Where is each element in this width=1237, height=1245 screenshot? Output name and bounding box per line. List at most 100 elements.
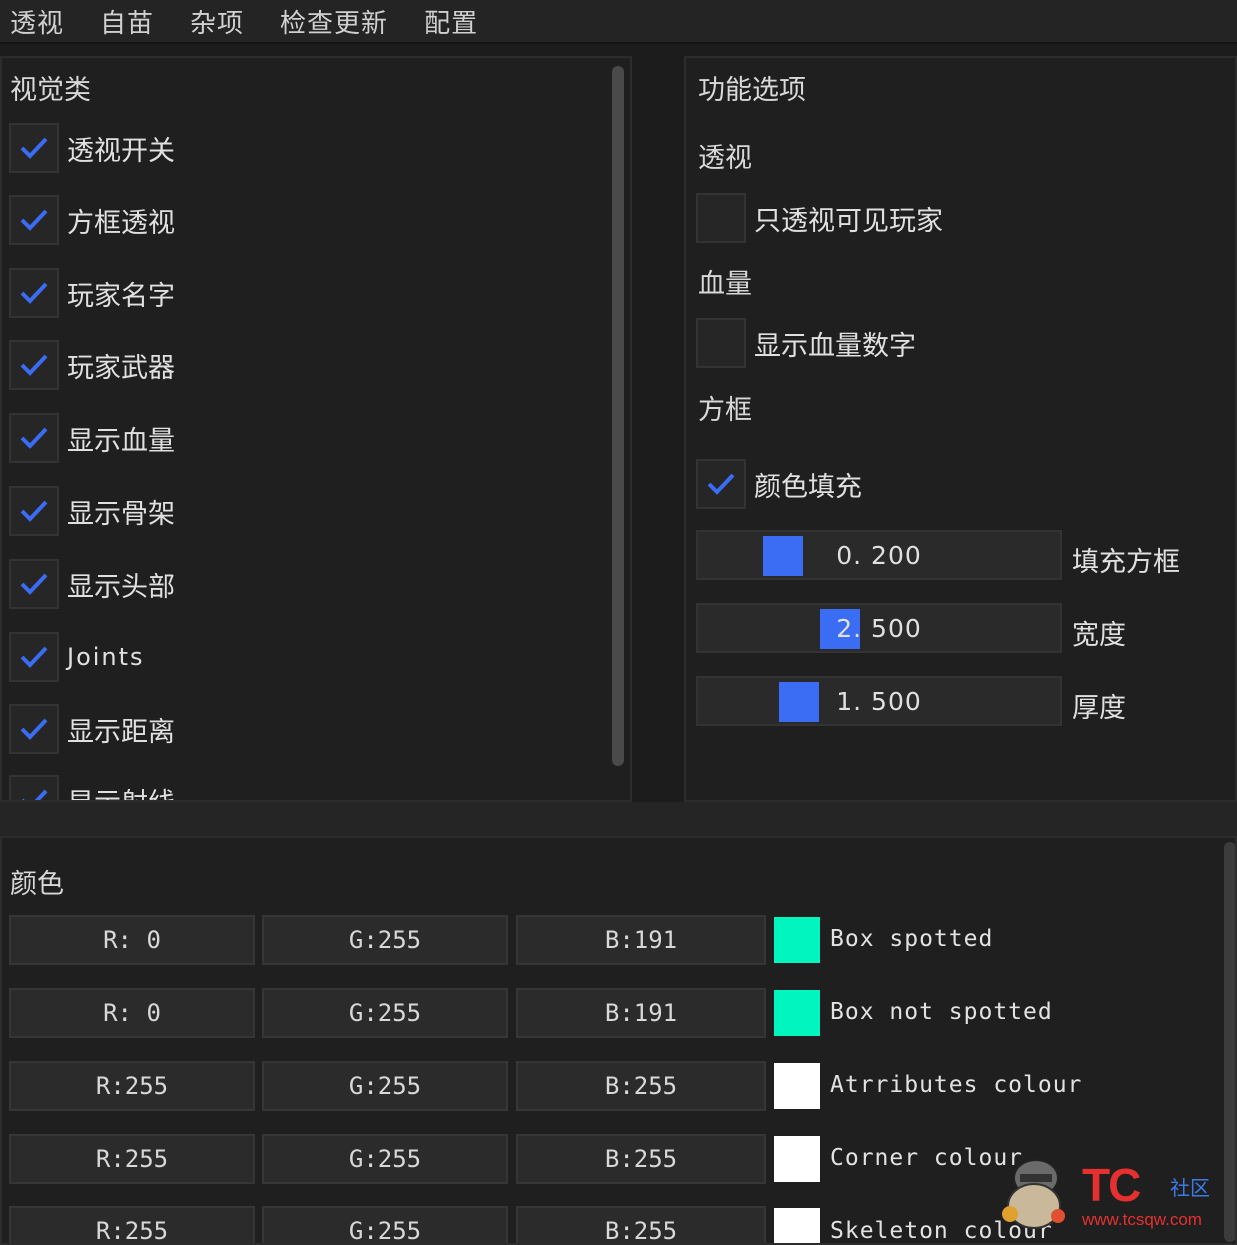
- color-label: Atrributes colour: [830, 1072, 1083, 1098]
- visual-scrollbar[interactable]: [608, 62, 628, 798]
- color-g-field[interactable]: G:255: [262, 915, 508, 965]
- slider-width[interactable]: 2. 500: [696, 603, 1062, 653]
- checkbox[interactable]: [696, 459, 746, 509]
- menu-aimbot[interactable]: 自苗: [100, 3, 154, 40]
- checkbox-show-distance[interactable]: 显示距离: [9, 703, 175, 755]
- checkbox[interactable]: [9, 413, 59, 463]
- color-r-field[interactable]: R: 0: [9, 988, 255, 1038]
- checkbox[interactable]: [9, 559, 59, 609]
- checkbox[interactable]: [696, 318, 746, 368]
- color-swatch[interactable]: [774, 1136, 820, 1182]
- slider-value: 1. 500: [836, 686, 922, 716]
- color-r-field[interactable]: R:255: [9, 1134, 255, 1184]
- checkbox[interactable]: [9, 632, 59, 682]
- checkbox-visible-only[interactable]: 只透视可见玩家: [696, 192, 943, 244]
- checkbox-color-fill[interactable]: 颜色填充: [696, 458, 862, 510]
- color-g-field[interactable]: G:255: [262, 988, 508, 1038]
- menu-check-update[interactable]: 检查更新: [280, 3, 388, 40]
- checkbox-show-skeleton[interactable]: 显示骨架: [9, 485, 175, 537]
- box-heading: 方框: [698, 395, 752, 426]
- check-icon: [20, 573, 48, 595]
- color-swatch[interactable]: [774, 990, 820, 1036]
- menu-config[interactable]: 配置: [424, 3, 478, 40]
- slider-value: 2. 500: [836, 613, 922, 643]
- menu-bar: 透视 自苗 杂项 检查更新 配置: [0, 0, 1237, 44]
- check-icon: [20, 427, 48, 449]
- color-swatch[interactable]: [774, 917, 820, 963]
- checkbox[interactable]: [9, 195, 59, 245]
- checkbox[interactable]: [9, 486, 59, 536]
- check-icon: [22, 789, 48, 800]
- colors-title: 颜色: [10, 869, 64, 900]
- checkbox-label: 显示血量: [67, 425, 175, 457]
- menu-esp[interactable]: 透视: [10, 3, 64, 40]
- checkbox-box-esp[interactable]: 方框透视: [9, 194, 175, 246]
- color-g-field[interactable]: G:255: [262, 1206, 508, 1243]
- checkbox-joints[interactable]: Joints: [9, 631, 145, 683]
- checkbox[interactable]: [9, 123, 59, 173]
- check-icon: [20, 137, 48, 159]
- checkbox-esp-toggle[interactable]: 透视开关: [9, 122, 175, 174]
- checkbox-label: 显示骨架: [67, 498, 175, 530]
- checkbox-label: 颜色填充: [754, 471, 862, 503]
- watermark-cn: 社区: [1170, 1176, 1210, 1200]
- checkbox[interactable]: [9, 704, 59, 754]
- checkbox-label: 显示射线: [67, 781, 175, 801]
- check-icon: [20, 646, 48, 668]
- slider-label: 厚度: [1072, 693, 1126, 724]
- checkbox-show-lines[interactable]: 显示射线: [9, 774, 175, 801]
- esp-heading: 透视: [698, 143, 752, 174]
- slider-label: 宽度: [1072, 620, 1126, 651]
- checkbox-player-name[interactable]: 玩家名字: [9, 267, 175, 319]
- checkbox-label: 方框透视: [67, 207, 175, 239]
- check-icon: [20, 500, 48, 522]
- options-title: 功能选项: [698, 75, 806, 106]
- checkbox[interactable]: [9, 268, 59, 318]
- checkbox-label: 显示血量数字: [754, 330, 916, 362]
- checkbox-label: 玩家武器: [67, 352, 175, 384]
- check-icon: [20, 282, 48, 304]
- checkbox[interactable]: [9, 340, 59, 390]
- color-b-field[interactable]: B:255: [516, 1061, 766, 1111]
- checkbox-label: 显示距离: [67, 716, 175, 748]
- menu-misc[interactable]: 杂项: [190, 3, 244, 40]
- color-b-field[interactable]: B:191: [516, 915, 766, 965]
- color-b-field[interactable]: B:255: [516, 1206, 766, 1243]
- color-label: Box not spotted: [830, 999, 1053, 1025]
- color-swatch[interactable]: [774, 1063, 820, 1109]
- slider-label: 填充方框: [1072, 547, 1180, 578]
- checkbox[interactable]: [696, 193, 746, 243]
- slider-thickness[interactable]: 1. 500: [696, 676, 1062, 726]
- color-g-field[interactable]: G:255: [262, 1134, 508, 1184]
- color-g-field[interactable]: G:255: [262, 1061, 508, 1111]
- color-r-field[interactable]: R:255: [9, 1206, 255, 1243]
- checkbox-show-head[interactable]: 显示头部: [9, 558, 175, 610]
- color-b-field[interactable]: B:191: [516, 988, 766, 1038]
- scrollbar-thumb[interactable]: [612, 66, 624, 766]
- checkbox-label: 玩家名字: [67, 280, 175, 312]
- checkbox-show-health[interactable]: 显示血量: [9, 412, 175, 464]
- mascot-icon: [1002, 1159, 1065, 1229]
- panel-divider: [0, 802, 1237, 836]
- options-panel: 功能选项 透视 只透视可见玩家 血量 显示血量数字 方框 颜色填充 0. 200…: [684, 56, 1237, 802]
- slider-fill-box[interactable]: 0. 200: [696, 530, 1062, 580]
- visual-panel: 视觉类 透视开关 方框透视 玩家名字 玩家武器 显示血量 显示骨架 显示头部 J…: [0, 56, 632, 802]
- checkbox-label: 透视开关: [67, 135, 175, 167]
- site-watermark: TC 社区 www.tcsqw.com: [990, 1150, 1230, 1240]
- color-r-field[interactable]: R: 0: [9, 915, 255, 965]
- checkbox-health-number[interactable]: 显示血量数字: [696, 317, 916, 369]
- visual-title: 视觉类: [10, 75, 91, 106]
- checkbox[interactable]: [9, 775, 59, 800]
- watermark-brand: TC: [1082, 1159, 1141, 1211]
- color-b-field[interactable]: B:255: [516, 1134, 766, 1184]
- slider-value: 0. 200: [836, 540, 922, 570]
- color-swatch[interactable]: [774, 1208, 820, 1243]
- checkbox-player-weapon[interactable]: 玩家武器: [9, 339, 175, 391]
- checkbox-label: Joints: [67, 643, 145, 671]
- health-heading: 血量: [698, 269, 752, 300]
- color-r-field[interactable]: R:255: [9, 1061, 255, 1111]
- color-label: Box spotted: [830, 926, 994, 952]
- check-icon: [707, 473, 735, 495]
- check-icon: [20, 718, 48, 740]
- check-icon: [20, 209, 48, 231]
